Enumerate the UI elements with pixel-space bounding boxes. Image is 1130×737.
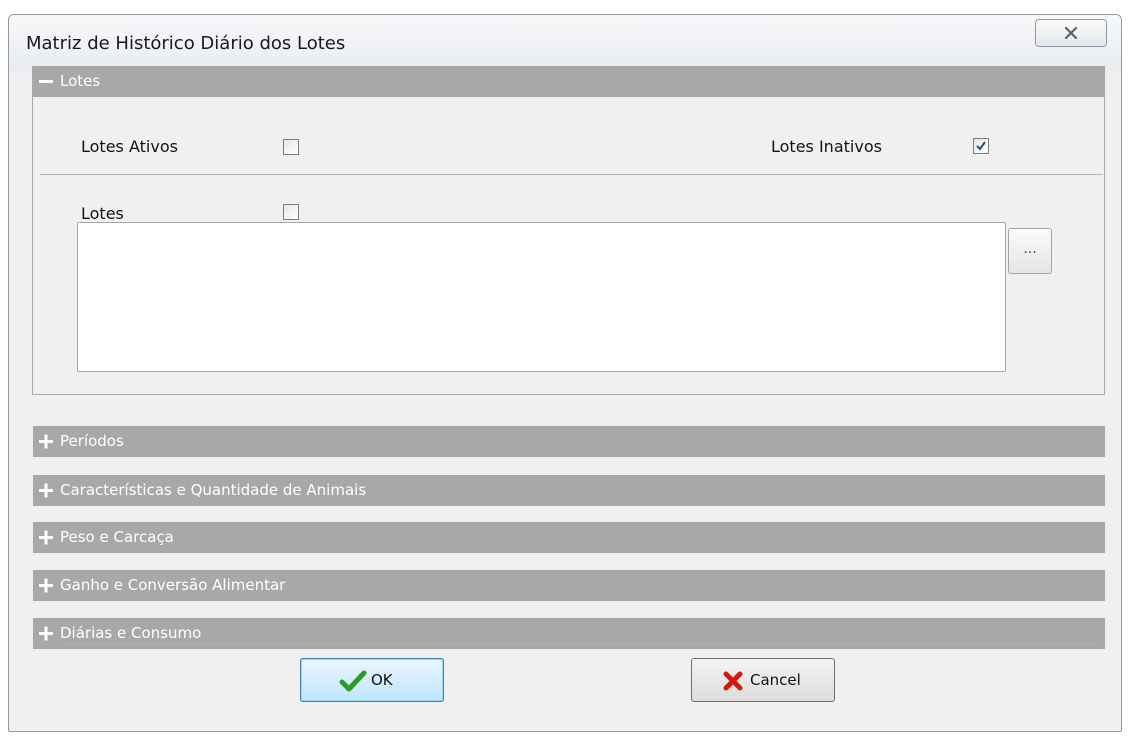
group-header-label: Ganho e Conversão Alimentar <box>60 576 286 594</box>
window-title: Matriz de Histórico Diário dos Lotes <box>26 33 346 54</box>
expand-icon <box>38 482 54 502</box>
collapse-icon <box>38 73 54 93</box>
expand-icon <box>38 577 54 597</box>
browse-lotes-button[interactable]: ... <box>1008 228 1052 274</box>
expand-icon <box>38 625 54 645</box>
cancel-label: Cancel <box>750 671 801 689</box>
ok-button[interactable]: OK <box>300 658 444 702</box>
checkmark-icon <box>976 141 986 151</box>
x-icon <box>722 670 744 696</box>
close-icon <box>1064 27 1078 39</box>
lotes-ativos-checkbox[interactable] <box>283 139 299 155</box>
group-header-label: Características e Quantidade de Animais <box>60 481 367 499</box>
title-bar: Matriz de Histórico Diário dos Lotes <box>9 15 1121 71</box>
panel-divider <box>40 174 1103 175</box>
group-header-periodos[interactable]: Períodos <box>33 426 1105 457</box>
checkmark-icon <box>339 670 367 696</box>
group-header-lotes[interactable]: Lotes <box>33 66 1105 97</box>
footer-divider <box>58 644 1098 645</box>
ok-label: OK <box>371 671 393 689</box>
group-header-peso-carcaca[interactable]: Peso e Carcaça <box>33 522 1105 553</box>
lotes-checkbox[interactable] <box>283 204 299 220</box>
lotes-ativos-label: Lotes Ativos <box>81 137 178 156</box>
expand-icon <box>38 433 54 453</box>
cancel-button[interactable]: Cancel <box>691 658 835 702</box>
expand-icon <box>38 529 54 549</box>
lotes-label: Lotes <box>81 204 124 223</box>
lotes-inativos-checkbox[interactable] <box>973 138 989 154</box>
group-header-ganho-conversao[interactable]: Ganho e Conversão Alimentar <box>33 570 1105 601</box>
group-header-label: Períodos <box>60 432 124 450</box>
group-header-label: Peso e Carcaça <box>60 528 174 546</box>
group-header-label: Diárias e Consumo <box>60 624 202 642</box>
lotes-list-input[interactable] <box>77 222 1006 372</box>
group-header-label: Lotes <box>60 72 101 90</box>
close-button[interactable] <box>1035 19 1107 47</box>
group-header-caracteristicas[interactable]: Características e Quantidade de Animais <box>33 475 1105 506</box>
lotes-inativos-label: Lotes Inativos <box>771 137 882 156</box>
